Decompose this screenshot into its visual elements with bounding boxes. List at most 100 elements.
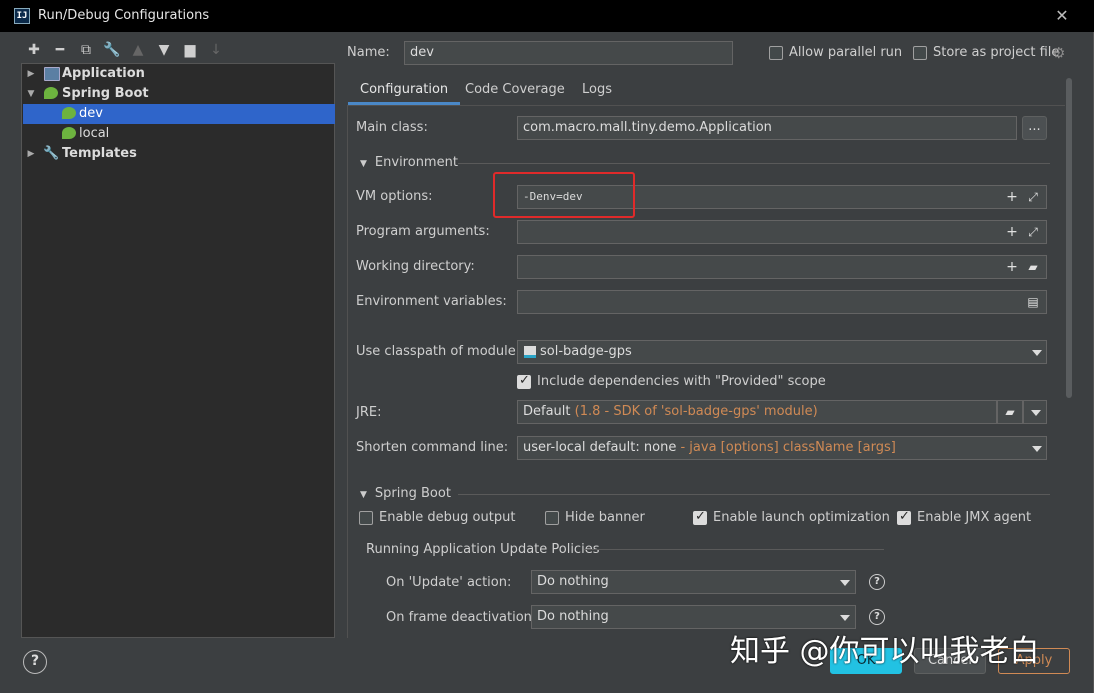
- collapse-arrow-icon: ▼: [360, 159, 367, 169]
- tree-item-templates[interactable]: ▶ 🔧 Templates: [23, 144, 335, 164]
- chevron-down-icon: [840, 615, 850, 621]
- tree-item-local[interactable]: local: [23, 124, 335, 144]
- working-directory-input[interactable]: [517, 255, 1047, 279]
- classpath-module-select[interactable]: sol-badge-gps: [517, 340, 1047, 364]
- chevron-down-icon: [1032, 446, 1042, 452]
- spring-boot-icon: [44, 87, 58, 99]
- expand-arrow-icon[interactable]: ▶: [25, 144, 37, 164]
- wrench-icon[interactable]: 🔧: [102, 40, 122, 60]
- frame-deactivation-value: Do nothing: [537, 609, 609, 624]
- gear-icon[interactable]: ⚙: [1052, 45, 1068, 61]
- shorten-command-line-select[interactable]: user-local default: none - java [options…: [517, 436, 1047, 460]
- wrench-icon: 🔧: [43, 146, 60, 161]
- chevron-down-icon: [1031, 410, 1041, 416]
- enable-launch-optimization-label: Enable launch optimization: [713, 510, 890, 525]
- zhihu-watermark: 知乎 @你可以叫我老白: [730, 634, 1040, 669]
- chevron-down-icon: [1032, 350, 1042, 356]
- run-debug-configurations-window: IJ Run/Debug Configurations ✕ ✚ ━ ⧉ 🔧 ▲ …: [0, 0, 1094, 693]
- remove-icon[interactable]: ━: [50, 40, 70, 60]
- add-icon[interactable]: ✚: [24, 40, 44, 60]
- enable-debug-output-label: Enable debug output: [379, 510, 516, 525]
- update-action-value: Do nothing: [537, 574, 609, 589]
- window-title: Run/Debug Configurations: [38, 8, 210, 23]
- section-divider: [458, 163, 1050, 164]
- plus-icon[interactable]: +: [1003, 221, 1021, 243]
- spring-boot-section-header[interactable]: ▼ Spring Boot: [360, 486, 451, 501]
- update-action-select[interactable]: Do nothing: [531, 570, 856, 594]
- tab-logs[interactable]: Logs: [570, 76, 624, 105]
- expand-arrow-icon[interactable]: ▶: [25, 64, 37, 84]
- new-folder-icon[interactable]: ▆: [180, 40, 200, 60]
- configuration-panel: Main class: com.macro.mall.tiny.demo.App…: [347, 106, 1065, 638]
- jre-dropdown-button[interactable]: [1023, 400, 1047, 424]
- sort-icon[interactable]: ↓: [206, 40, 226, 60]
- plus-icon[interactable]: +: [1003, 186, 1021, 208]
- main-class-label: Main class:: [356, 120, 428, 135]
- highlight-annotation: [493, 172, 635, 218]
- allow-parallel-run-label: Allow parallel run: [789, 45, 903, 60]
- classpath-module-label: Use classpath of module:: [356, 344, 521, 359]
- spring-boot-icon: [62, 107, 76, 119]
- include-dependencies-checkbox[interactable]: [517, 373, 531, 389]
- update-action-label: On 'Update' action:: [386, 575, 512, 590]
- tree-item-application[interactable]: ▶ Application: [23, 64, 335, 84]
- name-input[interactable]: dev: [404, 41, 733, 65]
- enable-jmx-agent-checkbox[interactable]: [897, 509, 911, 525]
- move-up-icon[interactable]: ▲: [128, 40, 148, 60]
- environment-section-header[interactable]: ▼ Environment: [360, 155, 458, 170]
- tab-configuration[interactable]: Configuration: [348, 76, 461, 105]
- plus-icon[interactable]: +: [1003, 256, 1021, 278]
- enable-launch-optimization-checkbox[interactable]: [693, 509, 707, 525]
- tree-item-label: Spring Boot: [62, 86, 149, 101]
- browse-jre-button[interactable]: ▰: [997, 400, 1023, 424]
- copy-icon[interactable]: ⧉: [76, 40, 96, 60]
- close-icon[interactable]: ✕: [1052, 6, 1072, 26]
- document-icon[interactable]: ▤: [1024, 291, 1042, 313]
- hide-banner-checkbox[interactable]: [545, 511, 559, 525]
- move-down-icon[interactable]: ▼: [154, 40, 174, 60]
- help-icon[interactable]: ?: [869, 609, 885, 625]
- tree-item-label: local: [79, 126, 110, 141]
- store-as-project-file-checkbox[interactable]: [913, 46, 927, 60]
- jre-detail: (1.8 - SDK of 'sol-badge-gps' module): [574, 404, 818, 419]
- program-arguments-input[interactable]: [517, 220, 1047, 244]
- jre-select[interactable]: Default (1.8 - SDK of 'sol-badge-gps' mo…: [517, 400, 997, 424]
- tree-item-label: Templates: [62, 146, 137, 161]
- tree-item-label: Application: [62, 66, 145, 81]
- include-dependencies-label: Include dependencies with "Provided" sco…: [537, 374, 826, 389]
- module-icon: [524, 346, 536, 358]
- store-as-project-file-label: Store as project file: [933, 45, 1060, 60]
- enable-jmx-agent-label: Enable JMX agent: [917, 510, 1032, 525]
- tree-item-dev[interactable]: dev: [23, 104, 335, 124]
- configuration-tree: ▶ Application ▼ Spring Boot dev local ▶ …: [21, 63, 335, 638]
- shorten-command-line-label: Shorten command line:: [356, 440, 509, 455]
- expand-icon[interactable]: ⤢: [1024, 186, 1042, 208]
- intellij-app-icon: IJ: [14, 8, 30, 24]
- collapse-arrow-icon[interactable]: ▼: [25, 84, 37, 104]
- help-icon[interactable]: ?: [869, 574, 885, 590]
- config-tabs: Configuration Code Coverage Logs: [347, 76, 1069, 106]
- main-class-input[interactable]: com.macro.mall.tiny.demo.Application: [517, 116, 1017, 140]
- enable-debug-output-checkbox[interactable]: [359, 511, 373, 525]
- folder-icon[interactable]: ▰: [1024, 256, 1042, 278]
- spring-boot-section-label: Spring Boot: [374, 486, 451, 501]
- shorten-detail: - java [options] className [args]: [680, 440, 896, 455]
- name-label: Name:: [347, 45, 390, 60]
- folder-icon: ▰: [1005, 405, 1015, 419]
- environment-variables-input[interactable]: [517, 290, 1047, 314]
- spring-boot-icon: [62, 127, 76, 139]
- vm-options-label: VM options:: [356, 189, 433, 204]
- tree-item-spring-boot[interactable]: ▼ Spring Boot: [23, 84, 335, 104]
- tree-item-label: dev: [79, 106, 103, 121]
- allow-parallel-run-checkbox[interactable]: [769, 46, 783, 60]
- expand-icon[interactable]: ⤢: [1024, 221, 1042, 243]
- jre-label: JRE:: [356, 405, 382, 420]
- browse-main-class-button[interactable]: ...: [1022, 116, 1047, 140]
- jre-value: Default: [523, 404, 571, 419]
- vertical-scrollbar[interactable]: [1066, 78, 1072, 398]
- config-toolbar: ✚ ━ ⧉ 🔧 ▲ ▼ ▆ ↓: [20, 38, 340, 62]
- help-button[interactable]: ?: [23, 650, 47, 674]
- environment-variables-label: Environment variables:: [356, 294, 507, 309]
- tab-code-coverage[interactable]: Code Coverage: [453, 76, 577, 105]
- working-directory-label: Working directory:: [356, 259, 475, 274]
